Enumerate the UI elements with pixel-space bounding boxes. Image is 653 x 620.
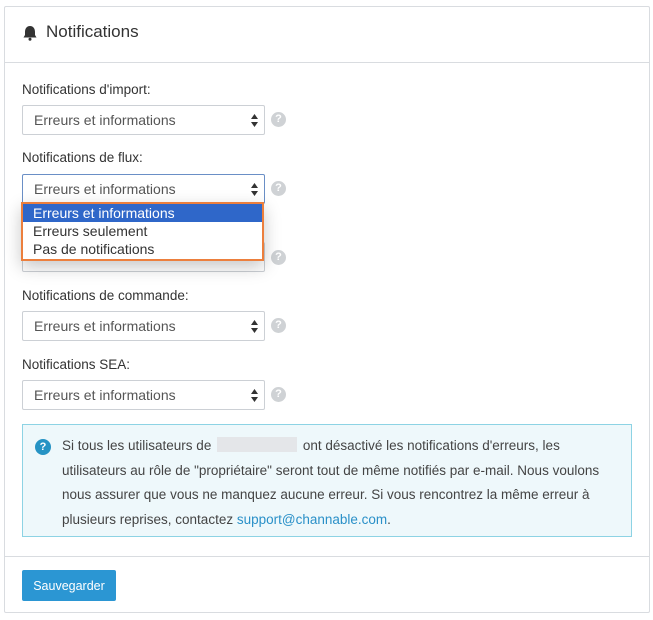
help-icon[interactable]: ? — [271, 387, 286, 402]
help-icon[interactable]: ? — [271, 250, 286, 265]
info-text-start: Si tous les utilisateurs de — [62, 438, 212, 453]
help-icon[interactable]: ? — [271, 181, 286, 196]
feed-notifications-label: Notifications de flux: — [22, 150, 143, 165]
save-button[interactable]: Sauvegarder — [22, 570, 116, 601]
import-notifications-label: Notifications d'import: — [22, 82, 151, 97]
sea-notifications-label: Notifications SEA: — [22, 357, 131, 372]
select-value: Erreurs et informations — [34, 387, 176, 403]
support-email-link[interactable]: support@channable.com — [237, 512, 387, 527]
select-arrows-icon — [251, 183, 258, 196]
dropdown-option[interactable]: Erreurs et informations — [23, 204, 262, 222]
panel-title: Notifications — [46, 22, 139, 41]
question-circle-icon: ? — [35, 439, 51, 455]
select-value: Erreurs et informations — [34, 318, 176, 334]
order-notifications-select[interactable]: Erreurs et informations — [22, 311, 265, 341]
panel-header: Notifications — [5, 7, 649, 63]
feed-notifications-select[interactable]: Erreurs et informations — [22, 174, 265, 204]
info-alert: ? Si tous les utilisateurs de ont désact… — [22, 424, 632, 537]
info-text: Si tous les utilisateurs de ont désactiv… — [62, 434, 622, 532]
dropdown-option[interactable]: Erreurs seulement — [23, 222, 262, 240]
import-notifications-select[interactable]: Erreurs et informations — [22, 105, 265, 135]
select-value: Erreurs et informations — [34, 181, 176, 197]
footer-divider — [5, 556, 649, 557]
select-arrows-icon — [251, 114, 258, 127]
select-arrows-icon — [251, 320, 258, 333]
info-text-end: . — [387, 511, 391, 527]
dropdown-option[interactable]: Pas de notifications — [23, 240, 262, 258]
bell-icon — [23, 26, 37, 41]
redacted-company-name — [217, 437, 298, 452]
order-notifications-label: Notifications de commande: — [22, 288, 189, 303]
sea-notifications-select[interactable]: Erreurs et informations — [22, 380, 265, 410]
feed-notifications-dropdown: Erreurs et informations Erreurs seulemen… — [21, 202, 264, 261]
help-icon[interactable]: ? — [271, 112, 286, 127]
help-icon[interactable]: ? — [271, 318, 286, 333]
select-value: Erreurs et informations — [34, 112, 176, 128]
select-arrows-icon — [251, 389, 258, 402]
